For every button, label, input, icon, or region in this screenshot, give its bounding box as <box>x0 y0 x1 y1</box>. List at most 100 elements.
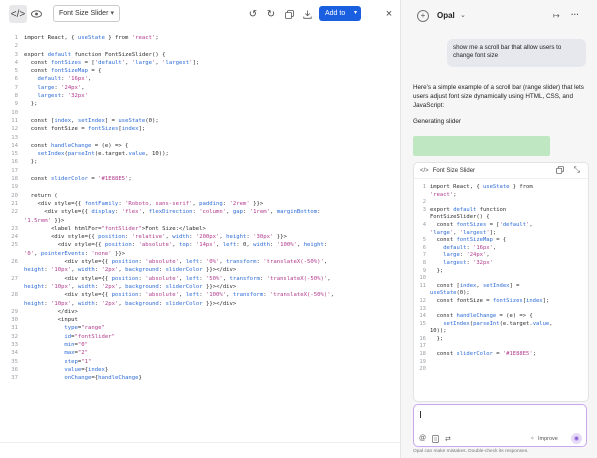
code-text: const fontSizes = ['default', <box>430 221 533 228</box>
send-icon[interactable]: ◉ <box>571 433 582 444</box>
line-number: 13 <box>11 134 18 141</box>
code-text: setIndex(parseInt(e.target.value, 10)); <box>37 151 169 158</box>
line-number: 17 <box>419 343 426 350</box>
model-name[interactable]: Opal <box>437 11 455 20</box>
code-text: type="range" <box>64 325 105 332</box>
code-text: height: '10px', width: '2px', background… <box>24 283 237 290</box>
code-text: 'react'; <box>430 191 457 198</box>
line-number: 8 <box>422 259 426 266</box>
line-number: 23 <box>11 225 18 232</box>
code-icon[interactable]: </> <box>9 5 27 23</box>
code-line: 3 export default function <box>414 207 588 215</box>
code-line: 15 setIndex(parseInt(e.target.value, <box>414 321 588 329</box>
line-number: 3 <box>14 51 18 58</box>
code-line: 29 </div> <box>0 308 400 316</box>
line-number: 35 <box>11 358 18 365</box>
code-text: '1.5rem' }}> <box>24 217 65 224</box>
generation-progress-block <box>413 136 550 156</box>
code-text: largest: '32px' <box>37 93 89 100</box>
improve-button[interactable]: Improve <box>538 436 558 442</box>
code-text: height: '10px', width: '2px', background… <box>24 267 237 274</box>
disclaimer-text: Opal can make mistakes. Double-check its… <box>413 449 529 454</box>
line-number: 7 <box>422 252 426 259</box>
code-line: 9 }; <box>0 100 400 108</box>
line-number <box>414 214 430 222</box>
at-icon[interactable]: @ <box>419 435 426 442</box>
code-line: 14 const handleChange = (e) => { <box>414 313 588 321</box>
code-line: 12 const fontSize = fontSizes[index]; <box>414 298 588 306</box>
code-line: 31 type="range" <box>0 324 400 332</box>
expand-icon[interactable]: ⤡ <box>574 165 580 175</box>
line-number <box>0 300 24 308</box>
code-line: 10 <box>414 275 588 283</box>
code-text: return ( <box>24 192 58 199</box>
code-text: large: '24px', <box>443 252 490 259</box>
code-line: 36 value={index} <box>0 366 400 374</box>
line-number <box>0 250 24 258</box>
line-number: 29 <box>11 308 18 315</box>
code-text: <div style={{ position: 'relative', widt… <box>24 234 287 241</box>
code-text: default: '16px', <box>37 76 92 83</box>
code-line: '0', pointerEvents: 'none' }}> <box>0 250 400 258</box>
code-icon: </> <box>420 167 429 174</box>
code-line: 10 <box>0 109 400 117</box>
assistant-message: Here's a simple example of a scroll bar … <box>413 84 584 109</box>
code-text: }; <box>24 159 38 166</box>
open-icon[interactable]: ↦ <box>553 11 560 20</box>
line-number: 5 <box>422 237 426 244</box>
code-text: onChange={handleChange} <box>64 375 142 382</box>
line-number <box>0 217 24 225</box>
code-text: step="1" <box>64 358 92 365</box>
more-icon[interactable]: ··· <box>571 10 579 19</box>
line-number: 18 <box>419 351 426 358</box>
code-line: 24 <div style={{ position: 'relative', w… <box>0 233 400 241</box>
attach-icon[interactable] <box>432 435 439 443</box>
shuffle-icon[interactable]: ⇄ <box>445 435 451 443</box>
code-text: <label htmlFor="fontSlider">Font Size:</… <box>24 225 206 232</box>
code-line: 22 <div style={{ display: 'flex', flexDi… <box>0 208 400 216</box>
code-text: }; <box>24 101 38 108</box>
code-area[interactable]: 1 import React, { useState } from 'react'… <box>0 34 400 424</box>
code-text: <div style={{ position: 'absolute', left… <box>24 259 328 266</box>
undo-icon[interactable]: ↺ <box>244 5 262 23</box>
code-text: const fontSizeMap = { <box>24 68 102 75</box>
line-number: 32 <box>11 333 18 340</box>
line-number: 17 <box>11 167 18 174</box>
code-text: const handleChange = (e) => { <box>24 142 129 149</box>
code-text: const fontSize = fontSizes[index]; <box>24 126 146 133</box>
code-line: 26 <div style={{ position: 'absolute', l… <box>0 258 400 266</box>
download-icon[interactable] <box>298 5 316 23</box>
code-line: 20 <box>414 366 588 374</box>
line-number: 22 <box>11 209 18 216</box>
copy-icon[interactable] <box>556 166 564 176</box>
line-number: 3 <box>422 206 426 213</box>
eye-icon[interactable] <box>27 5 45 23</box>
code-line: 20 return ( <box>0 192 400 200</box>
artifact-card[interactable]: </> Font Size Slider ⤡ 1 import React, { … <box>413 162 589 402</box>
chevron-down-icon[interactable]: ⌄ <box>460 11 466 19</box>
chat-input[interactable]: @ ⇄ ✧ Improve ◉ <box>413 404 587 447</box>
code-text: height: '10px', width: '2px', background… <box>24 300 237 307</box>
file-select[interactable]: Font Size Slider ▾ <box>53 5 120 22</box>
add-to-button[interactable]: Add to ▾ <box>319 6 361 21</box>
editor-toolbar: </> Font Size Slider ▾ ↺ ↻ Add to ▾ × <box>0 0 400 28</box>
close-icon[interactable]: × <box>380 5 398 23</box>
code-text: const [index, setIndex] = <box>430 282 520 289</box>
line-number: 10 <box>11 109 18 116</box>
line-number <box>414 290 430 298</box>
copy-icon[interactable] <box>280 5 298 23</box>
line-number: 20 <box>419 366 426 373</box>
code-line: 1 import React, { useState } from <box>414 184 588 192</box>
code-line: 2 <box>414 199 588 207</box>
line-number: 34 <box>11 350 18 357</box>
add-icon[interactable]: + <box>417 10 429 22</box>
code-line: height: '10px', width: '2px', background… <box>0 283 400 291</box>
app-window: </> Font Size Slider ▾ ↺ ↻ Add to ▾ × 1i… <box>0 0 597 458</box>
redo-icon[interactable]: ↻ <box>262 5 280 23</box>
code-line: 37 onChange={handleChange} <box>0 374 400 382</box>
improve-icon: ✧ <box>530 436 535 442</box>
line-number: 15 <box>419 320 426 327</box>
code-line: 10)); <box>414 328 588 336</box>
code-line: 15 setIndex(parseInt(e.target.value, 10)… <box>0 150 400 158</box>
line-number: 2 <box>14 43 18 50</box>
